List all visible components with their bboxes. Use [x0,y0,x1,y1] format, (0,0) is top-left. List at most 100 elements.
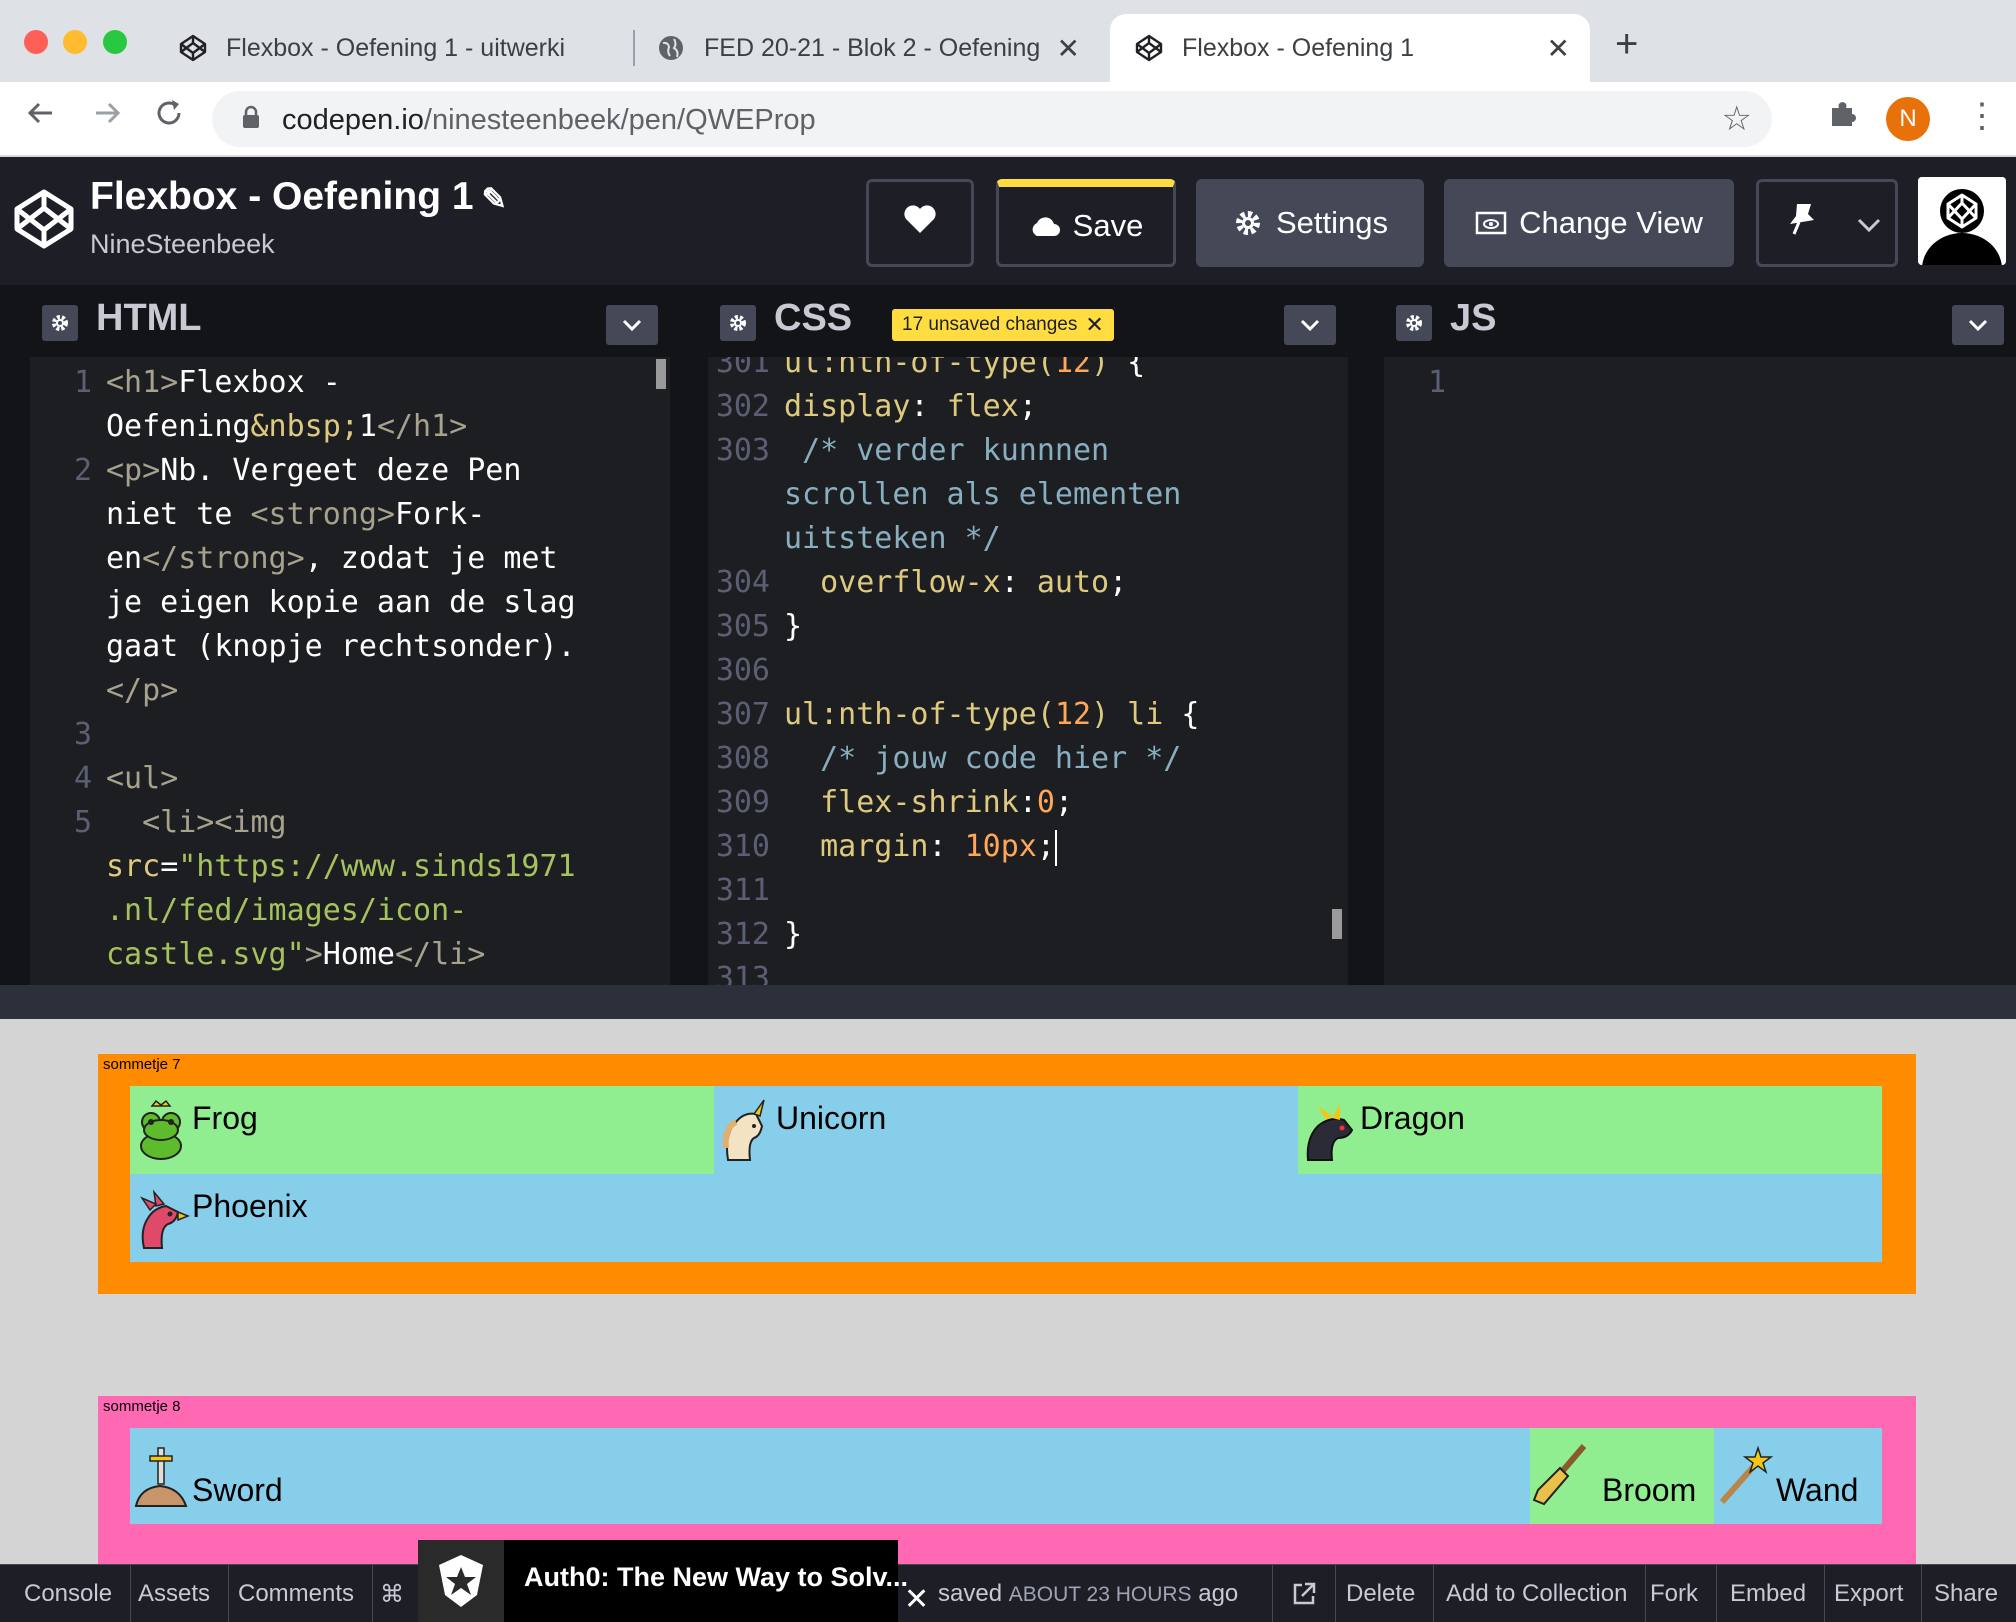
line-number: 305 [715,609,770,644]
external-link-icon[interactable] [1272,1565,1336,1622]
export-button[interactable]: Export [1816,1565,1923,1622]
settings-button[interactable]: Settings [1196,179,1424,267]
html-settings-gear-icon[interactable] [42,305,78,341]
window-close-button[interactable] [24,30,48,54]
line-number: 304 [715,565,770,600]
line-number: 307 [715,697,770,732]
keyboard-shortcuts-button[interactable]: ⌘ [362,1565,423,1622]
browser-tab-1[interactable]: Flexbox - Oefening 1 - uitwerki [172,14,640,82]
ad-text: Auth0: The New Way to Solv... [524,1562,909,1592]
list-item-unicorn: Unicorn [714,1086,1298,1174]
item-label: Dragon [1360,1100,1465,1136]
list-item-phoenix: Phoenix [130,1174,1882,1262]
fork-button[interactable]: Fork [1632,1565,1717,1622]
back-arrow-icon[interactable] [24,96,58,139]
item-label: Unicorn [776,1100,887,1136]
line-number: 310 [715,829,770,864]
code-line: .nl/fed/images/icon- [106,893,468,928]
delete-button[interactable]: Delete [1328,1565,1435,1622]
item-label: Phoenix [192,1188,308,1224]
html-code[interactable]: 1 ▾2 ▾34 ▾5 ▾ <h1>Flexbox - Oefening&nbs… [30,357,670,985]
codepen-header: Flexbox - Oefening 1 ✎ NineSteenbeek Save… [0,157,2016,285]
more-menu-icon[interactable]: ⋮ [1965,96,1999,136]
window-minimize-button[interactable] [63,30,87,54]
exercise-box-8: sommetje 8 Sword Broom Wand [98,1396,1916,1564]
console-button[interactable]: Console [6,1565,132,1622]
browser-tab-2[interactable]: FED 20-21 - Blok 2 - Oefening ✕ [640,14,1100,82]
wand-icon [1719,1445,1774,1504]
css-editor-header: CSS 17 unsaved changes ✕ [708,285,1348,357]
love-button[interactable] [866,179,974,267]
embed-button[interactable]: Embed [1712,1565,1826,1622]
forward-arrow-icon[interactable] [90,96,124,139]
saved-prefix: saved [938,1580,1003,1607]
bookmark-star-icon[interactable]: ☆ [1722,99,1752,139]
pin-button[interactable] [1756,179,1898,267]
text-cursor [1054,829,1057,866]
code-line: flex-shrink:0; [820,785,1073,820]
new-tab-icon[interactable]: + [1615,22,1638,67]
code-line: en</strong>, zodat je met [106,541,558,576]
sponsor-ad[interactable]: Auth0: The New Way to Solv... [418,1540,908,1622]
user-avatar[interactable] [1918,177,2006,265]
unsaved-changes-text: 17 unsaved changes [902,314,1078,335]
codepen-logo-icon[interactable] [12,187,76,251]
pencil-icon[interactable]: ✎ [482,183,507,216]
chevron-down-icon[interactable] [1851,206,1887,242]
extensions-puzzle-icon[interactable] [1828,98,1860,138]
code-line: ul:nth-of-type(12) { [784,357,1146,380]
url-text: codepen.io/ninesteenbeek/pen/QWEProp [282,104,816,137]
profile-avatar[interactable]: N [1886,97,1930,141]
code-line: } [784,917,803,952]
chevron-down-icon[interactable] [1284,305,1336,345]
heart-icon [902,203,938,243]
close-icon[interactable]: ✕ [1057,32,1080,65]
js-editor-pane[interactable]: JS 1 [1384,285,2016,985]
item-label: Sword [192,1472,283,1508]
close-icon[interactable]: ✕ [1547,32,1570,65]
tab-title: Flexbox - Oefening 1 - uitwerki [226,33,566,62]
assets-button[interactable]: Assets [120,1565,230,1622]
line-number: 308 [715,741,770,776]
browser-tab-3-active[interactable]: Flexbox - Oefening 1 ✕ [1110,14,1590,82]
js-code[interactable]: 1 [1384,357,2016,985]
pen-author[interactable]: NineSteenbeek [90,229,275,260]
unsaved-changes-badge[interactable]: 17 unsaved changes ✕ [892,309,1114,341]
pin-icon [1787,202,1817,244]
css-settings-gear-icon[interactable] [720,305,756,341]
js-editor-title: JS [1450,297,1497,339]
reload-icon[interactable] [152,96,186,139]
scrollbar[interactable] [656,359,666,389]
comments-button[interactable]: Comments [220,1565,374,1622]
chevron-down-icon[interactable] [1952,305,2004,345]
code-line: niet te <strong>Fork- [106,497,486,532]
window-zoom-button[interactable] [103,30,127,54]
line-number: 313 [715,961,770,985]
js-settings-gear-icon[interactable] [1396,305,1432,341]
save-button[interactable]: Save [996,179,1176,267]
resize-handle[interactable] [0,985,2016,1019]
box-label: sommetje 8 [103,1398,181,1415]
line-number: 303 [715,433,770,468]
chevron-down-icon[interactable] [606,305,658,345]
add-to-collection-button[interactable]: Add to Collection [1428,1565,1647,1622]
code-line: overflow-x: auto; [820,565,1128,600]
pen-title[interactable]: Flexbox - Oefening 1 ✎ [90,175,507,219]
url-path: /ninesteenbeek/pen/QWEProp [423,104,816,136]
saved-status: saved ABOUT 23 HOURS ago [938,1580,1238,1608]
change-view-button[interactable]: Change View [1444,179,1734,267]
line-number: 5 [73,805,92,840]
html-editor-title: HTML [96,297,202,339]
code-line: <p>Nb. Vergeet deze Pen [106,453,522,488]
close-icon[interactable]: ✕ [1085,312,1103,338]
share-button[interactable]: Share [1916,1565,2016,1622]
code-line: je eigen kopie aan de slag [106,585,576,620]
css-editor-pane[interactable]: CSS 17 unsaved changes ✕ 301 302 303 304 305 3… [708,285,1348,985]
html-editor-pane[interactable]: HTML 1 ▾2 ▾34 ▾5 ▾ <h1>Flexbox - Oefenin… [30,285,670,985]
code-line: </p> [106,673,179,708]
css-code[interactable]: 301 302 303 304 305 306 307 308 309 310 311 312 313 … [708,357,1348,985]
close-ad-icon[interactable]: ✕ [904,1582,929,1617]
code-line: <h1>Flexbox - [106,365,341,400]
address-bar[interactable]: codepen.io/ninesteenbeek/pen/QWEProp ☆ [212,91,1772,147]
scrollbar[interactable] [1332,909,1342,939]
